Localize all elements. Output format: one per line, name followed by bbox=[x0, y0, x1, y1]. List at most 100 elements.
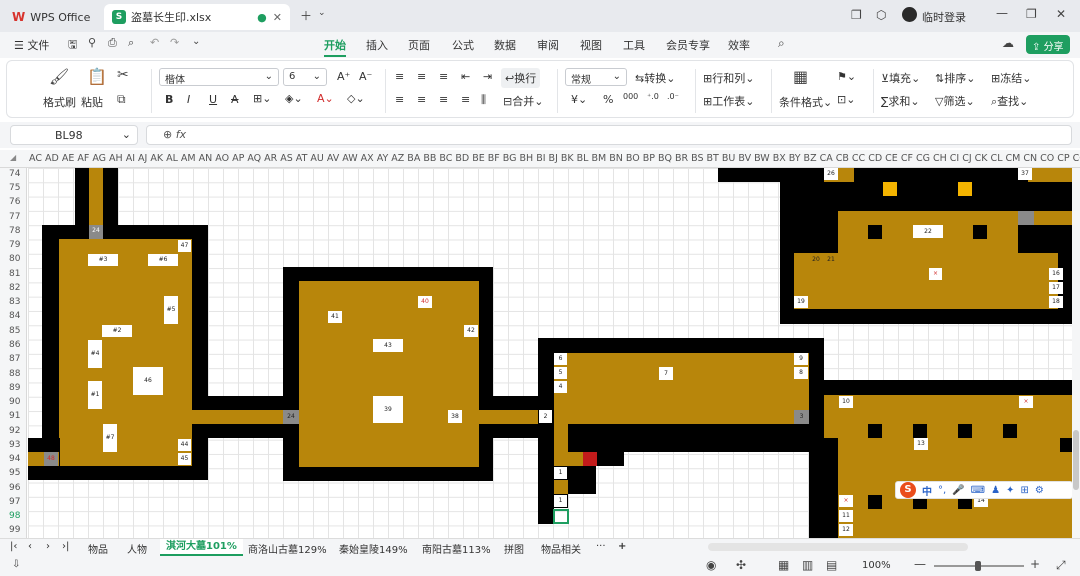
sheet-tab[interactable]: 物品 bbox=[88, 541, 108, 556]
font-size-select[interactable]: 6 ⌄ bbox=[283, 68, 327, 86]
ime-toolbar[interactable]: S 中 °, 🎤 ⌨ ♟ ✦ ⊞ ⚙ bbox=[895, 481, 1073, 499]
sort-button[interactable]: ⇅排序⌄ bbox=[935, 70, 975, 86]
name-box[interactable]: BL98 ⌄ bbox=[10, 125, 138, 145]
save-icon[interactable]: 🖫 bbox=[68, 36, 77, 55]
eye-icon[interactable]: ◉ bbox=[706, 558, 716, 572]
font-color-icon[interactable]: A⌄ bbox=[317, 92, 334, 105]
minimize-icon[interactable]: — bbox=[996, 6, 1008, 20]
paste-button[interactable]: 粘贴 bbox=[81, 94, 103, 110]
indent-decrease-icon[interactable]: ⇤ bbox=[461, 70, 470, 83]
more-icon[interactable]: ⌄ bbox=[192, 36, 200, 47]
row-number[interactable]: 94 bbox=[9, 454, 20, 464]
row-number[interactable]: 79 bbox=[9, 240, 20, 250]
sogou-logo-icon[interactable]: S bbox=[900, 482, 916, 498]
more-sheets[interactable]: ··· bbox=[596, 541, 606, 552]
window-layout-icon[interactable]: ❐ bbox=[851, 8, 862, 22]
preview-icon[interactable]: ⌕ bbox=[128, 36, 134, 50]
row-col-button[interactable]: ⊞行和列⌄ bbox=[703, 70, 754, 86]
ime-mode[interactable]: 中 bbox=[922, 483, 932, 498]
align-middle-icon[interactable]: ≡ bbox=[417, 70, 426, 83]
find-button[interactable]: ⌕查找⌄ bbox=[991, 93, 1028, 109]
cell-border-icon[interactable]: ⊡⌄ bbox=[837, 93, 855, 106]
sum-button[interactable]: ∑求和⌄ bbox=[881, 93, 920, 109]
sheet-tab[interactable]: 物品相关 bbox=[541, 541, 581, 556]
strikethrough-icon[interactable]: A bbox=[231, 93, 239, 106]
link-icon[interactable]: ⚲ bbox=[88, 36, 96, 49]
row-number[interactable]: 86 bbox=[9, 340, 20, 350]
page-break-icon[interactable]: ▤ bbox=[826, 558, 837, 572]
row-number[interactable]: 81 bbox=[9, 269, 20, 279]
sheet-tab[interactable]: 商洛山古墓129% bbox=[248, 541, 327, 556]
tab-file[interactable]: S 盗墓长生印.xlsx ● ✕ bbox=[104, 4, 290, 30]
fx-icon[interactable]: fx bbox=[176, 128, 186, 141]
row-number[interactable]: 87 bbox=[9, 354, 20, 364]
row-number[interactable]: 75 bbox=[9, 183, 20, 193]
paste-icon[interactable]: 📋 bbox=[87, 67, 107, 86]
formula-input[interactable]: ⊕ fx bbox=[146, 125, 1072, 145]
row-number[interactable]: 84 bbox=[9, 311, 20, 321]
row-number-active[interactable]: 98 bbox=[9, 511, 20, 521]
game-icon[interactable]: ✦ bbox=[1006, 485, 1014, 496]
menu-file[interactable]: ☰ 文件 bbox=[14, 37, 49, 53]
align-center-icon[interactable]: ≡ bbox=[417, 93, 426, 106]
number-format-select[interactable]: 常规 ⌄ bbox=[565, 68, 627, 86]
new-tab-icon[interactable]: ＋ bbox=[300, 7, 312, 24]
mic-icon[interactable]: 🎤 bbox=[952, 485, 964, 496]
zoom-out-icon[interactable]: — bbox=[914, 557, 926, 571]
cloud-icon[interactable]: ☁ bbox=[1002, 36, 1014, 50]
row-number[interactable]: 96 bbox=[9, 483, 20, 493]
menu-home[interactable]: 开始 bbox=[324, 37, 346, 57]
thousands-icon[interactable]: 000 bbox=[623, 92, 638, 101]
sheet-tab-active[interactable]: 淇河大墓101% bbox=[160, 539, 243, 556]
row-number[interactable]: 92 bbox=[9, 426, 20, 436]
align-right-icon[interactable]: ≡ bbox=[439, 93, 448, 106]
justify-icon[interactable]: ≡ bbox=[461, 93, 470, 106]
row-number[interactable]: 88 bbox=[9, 369, 20, 379]
print-icon[interactable]: ⎙ bbox=[108, 36, 117, 50]
underline-icon[interactable]: U bbox=[209, 93, 217, 106]
close-tab-icon[interactable]: ✕ bbox=[273, 11, 282, 24]
conditional-format-icon[interactable]: ▦ bbox=[793, 67, 808, 86]
menu-tools[interactable]: 工具 bbox=[623, 37, 645, 53]
macro-icon[interactable]: ⇩ bbox=[12, 559, 20, 570]
select-all-icon[interactable]: ◢ bbox=[10, 153, 16, 162]
border-icon[interactable]: ⊞⌄ bbox=[253, 92, 271, 105]
menu-review[interactable]: 审阅 bbox=[537, 37, 559, 53]
active-cell-BL98[interactable] bbox=[553, 509, 569, 524]
clear-icon[interactable]: ◇⌄ bbox=[347, 92, 365, 105]
font-family-select[interactable]: 楷体 ⌄ bbox=[159, 68, 279, 86]
increase-decimal-icon[interactable]: ⁺.0 bbox=[647, 92, 659, 101]
format-painter-icon[interactable]: 🖌 bbox=[49, 67, 69, 86]
format-painter-button[interactable]: 格式刷 bbox=[43, 94, 76, 110]
share-button[interactable]: ⇪ 分享 bbox=[1026, 35, 1070, 54]
sheet-tab[interactable]: 秦始皇陵149% bbox=[339, 541, 408, 556]
zoom-level[interactable]: 100% bbox=[862, 560, 891, 571]
style-icon[interactable]: ⚑⌄ bbox=[837, 70, 856, 83]
column-letters[interactable]: AC AD AE AF AG AH AI AJ AK AL AM AN AO A… bbox=[29, 153, 1080, 164]
menu-formula[interactable]: 公式 bbox=[452, 37, 474, 53]
menu-view[interactable]: 视图 bbox=[580, 37, 602, 53]
freeze-button[interactable]: ⊞冻结⌄ bbox=[991, 70, 1031, 86]
add-sheet-icon[interactable]: + bbox=[618, 541, 626, 552]
menu-insert[interactable]: 插入 bbox=[366, 37, 388, 53]
align-top-icon[interactable]: ≡ bbox=[395, 70, 404, 83]
horizontal-scroll-thumb[interactable] bbox=[708, 543, 968, 551]
row-number[interactable]: 74 bbox=[9, 169, 20, 179]
zoom-slider-handle[interactable] bbox=[975, 561, 981, 571]
shrink-font-icon[interactable]: A⁻ bbox=[359, 70, 372, 83]
column-header[interactable]: ◢ AC AD AE AF AG AH AI AJ AK AL AM AN AO… bbox=[0, 150, 1080, 168]
conditional-format-button[interactable]: 条件格式⌄ bbox=[779, 94, 832, 110]
login-button[interactable]: 临时登录 bbox=[922, 9, 966, 25]
row-number[interactable]: 89 bbox=[9, 383, 20, 393]
italic-icon[interactable]: I bbox=[187, 93, 190, 106]
fullscreen-icon[interactable]: ⤢ bbox=[1056, 558, 1066, 573]
sheet-tab[interactable]: 南阳古墓113% bbox=[422, 541, 491, 556]
row-number[interactable]: 82 bbox=[9, 283, 20, 293]
prev-sheet-icon[interactable]: ‹ bbox=[28, 541, 32, 552]
vertical-scroll-thumb[interactable] bbox=[1073, 430, 1079, 490]
align-left-icon[interactable]: ≡ bbox=[395, 93, 404, 106]
copy-icon[interactable]: ⧉ bbox=[117, 92, 126, 107]
worksheet-button[interactable]: ⊞工作表⌄ bbox=[703, 93, 754, 109]
distribute-icon[interactable]: ⫼ bbox=[481, 93, 486, 107]
fill-button[interactable]: ⊻填充⌄ bbox=[881, 70, 920, 86]
